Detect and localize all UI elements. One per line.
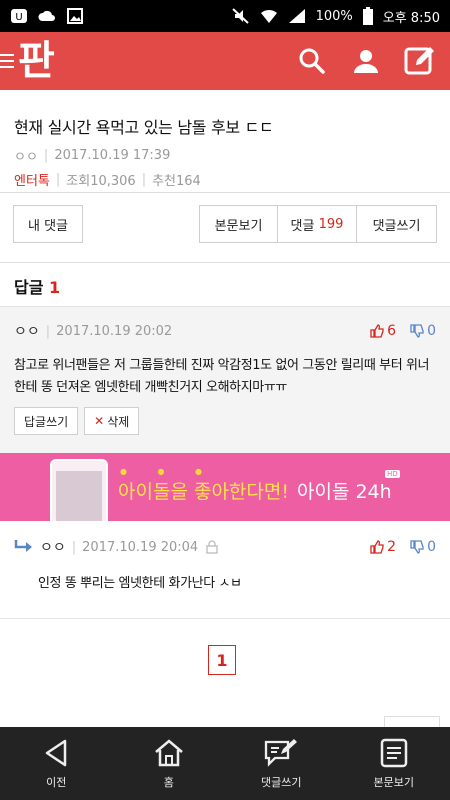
edit-icon	[404, 47, 434, 75]
replies-header: 답글 1	[0, 262, 450, 306]
page-number-current[interactable]: 1	[208, 645, 236, 675]
phone-illustration	[50, 459, 108, 521]
divider	[0, 192, 450, 193]
post-views: 조회10,306	[66, 174, 136, 189]
downvote-count: 0	[427, 323, 436, 339]
app-notification-icon: U	[11, 9, 27, 23]
reply-date: 2017.10.19 20:04	[82, 539, 199, 555]
svg-text:U: U	[15, 12, 22, 23]
logo[interactable]: 판	[0, 32, 55, 90]
clock: 오후 8:50	[382, 10, 440, 26]
delete-button[interactable]: ✕ 삭제	[84, 407, 140, 435]
sparkle-dots: ● ● ●	[120, 467, 217, 476]
post-author: ㅇㅇ	[14, 150, 38, 165]
comments-tab-label: 댓글	[290, 218, 315, 234]
comment-toolbar: 내 댓글 본문보기 댓글 199 댓글쓰기	[13, 205, 437, 243]
meta-separator: |	[45, 323, 51, 339]
comments-tab-button[interactable]: 댓글 199	[278, 205, 357, 243]
post-date: 2017.10.19 17:39	[54, 148, 171, 163]
thumbs-up-icon	[370, 540, 384, 554]
post-title: 현재 실시간 욕먹고 있는 남돌 후보 ㄷㄷ	[14, 118, 274, 137]
post-recommends: 추천164	[152, 174, 201, 189]
thumbs-down-icon	[410, 540, 424, 554]
reply-arrow-icon	[14, 540, 32, 552]
user-icon	[354, 50, 378, 73]
thumbs-up-icon	[370, 324, 384, 338]
comment-edit-icon	[265, 738, 298, 767]
view-post-button[interactable]: 본문보기	[199, 205, 278, 243]
comment-item: ㅇㅇ | 2017.10.19 20:02 6 0 참고로 위너팬들은 저 그룹…	[0, 306, 450, 453]
nav-home-label: 홈	[163, 775, 174, 789]
battery-level: 100%	[315, 8, 353, 24]
battery-icon	[362, 7, 373, 25]
nav-view-post[interactable]: 본문보기	[338, 727, 450, 800]
delete-button-label: 삭제	[107, 414, 130, 429]
reply-button-label: 답글쓰기	[24, 414, 69, 429]
my-comments-button[interactable]: 내 댓글	[13, 205, 83, 243]
hd-badge: HD	[385, 470, 400, 478]
status-bar: U 100% 오후 8:50	[0, 0, 450, 32]
app-header: 판	[0, 32, 450, 90]
replies-count: 1	[49, 278, 61, 297]
comments-count: 199	[318, 216, 344, 232]
post-header: 현재 실시간 욕먹고 있는 남돌 후보 ㄷㄷ ㅇㅇ | 2017.10.19 1…	[0, 90, 450, 192]
view-toggle-group: 본문보기 댓글 199 댓글쓰기	[199, 205, 437, 243]
comment-body: 참고로 위너팬들은 저 그룹들한테 진짜 악감정1도 없어 그동안 릴리때 부터…	[14, 358, 430, 395]
nav-write-label: 댓글쓰기	[261, 775, 302, 789]
meta-separator: |	[141, 172, 147, 187]
write-comment-button[interactable]: 댓글쓰기	[357, 205, 437, 243]
nav-back[interactable]: 이전	[0, 727, 113, 800]
meta-separator: |	[43, 148, 49, 163]
search-icon	[299, 48, 325, 74]
lock-icon	[206, 540, 218, 554]
home-icon	[154, 738, 183, 766]
comment-date: 2017.10.19 20:02	[56, 323, 173, 339]
document-icon	[380, 738, 407, 767]
nav-write-comment[interactable]: 댓글쓰기	[225, 727, 338, 800]
cloud-icon	[38, 10, 55, 21]
bottom-nav: 이전 홈 댓글쓰기 본문보기	[0, 727, 450, 800]
ad-banner[interactable]: ● ● ● 아이돌을 좋아한다면! 아이돌 24h HD	[0, 453, 450, 521]
nav-view-label: 본문보기	[373, 775, 414, 789]
replies-label: 답글	[14, 278, 44, 297]
image-icon	[67, 8, 83, 24]
my-comments-label: 내 댓글	[27, 218, 68, 234]
meta-separator: |	[71, 539, 77, 555]
reply-body: 인정 똥 뿌리는 엠넷한테 화가난다 ㅅㅂ	[38, 576, 242, 591]
downvote-button[interactable]: 0	[410, 539, 436, 555]
downvote-count: 0	[427, 539, 436, 555]
banner-copy: 아이돌을 좋아한다면!	[118, 481, 289, 503]
downvote-button[interactable]: 0	[410, 323, 436, 339]
signal-icon	[288, 9, 305, 23]
reply-item: ㅇㅇ | 2017.10.19 20:04 2 0 인정 똥 뿌리는 엠넷한테 …	[0, 521, 450, 619]
upvote-count: 2	[387, 539, 397, 555]
reply-button[interactable]: 답글쓰기	[14, 407, 79, 435]
reply-author: ㅇㅇ	[40, 540, 66, 556]
nav-back-label: 이전	[46, 775, 67, 789]
upvote-button[interactable]: 2	[370, 539, 396, 555]
upvote-count: 6	[387, 323, 397, 339]
mute-icon	[231, 8, 249, 24]
close-icon: ✕	[94, 414, 105, 428]
wifi-icon	[260, 9, 277, 23]
menu-icon[interactable]	[0, 51, 16, 71]
back-arrow-icon	[46, 739, 67, 766]
post-category[interactable]: 엔터톡	[14, 170, 50, 189]
search-button[interactable]	[296, 45, 328, 77]
banner-brand: 아이돌 24h	[296, 481, 392, 503]
logo-text: 판	[18, 38, 55, 84]
meta-separator: |	[55, 172, 61, 187]
comment-author: ㅇㅇ	[14, 324, 40, 340]
write-button[interactable]	[404, 45, 436, 77]
view-post-label: 본문보기	[214, 218, 263, 234]
nav-home[interactable]: 홈	[113, 727, 226, 800]
profile-button[interactable]	[350, 45, 382, 77]
write-comment-label: 댓글쓰기	[372, 218, 421, 234]
thumbs-down-icon	[410, 324, 424, 338]
upvote-button[interactable]: 6	[370, 323, 396, 339]
